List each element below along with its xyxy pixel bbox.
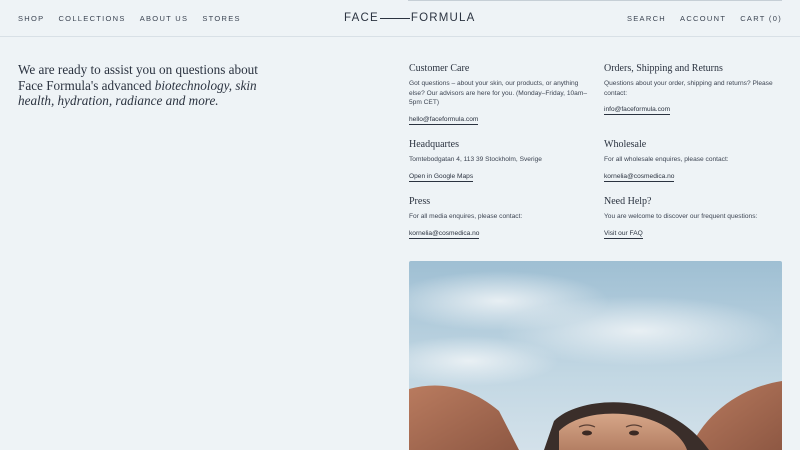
header-top-divider [408,0,782,1]
contact-text: Questions about your order, shipping and… [604,80,773,97]
intro-heading: We are ready to assist you on questions … [18,62,268,109]
logo-word-face: FACE [344,12,379,24]
contact-link-customer-care[interactable]: hello@faceformula.com [409,116,479,125]
nav-collections[interactable]: COLLECTIONS [58,14,125,23]
main-nav: SHOP COLLECTIONS ABOUT US STORES [18,14,255,23]
contact-title: Press [409,196,431,207]
contact-wholesale: Wholesale For all wholesale enquires, pl… [604,139,784,183]
woman-portrait-image [409,261,782,450]
logo-word-formula: FORMULA [410,12,476,24]
contact-text: Got questions – about your skin, our pro… [409,80,587,107]
contact-need-help: Need Help? You are welcome to discover o… [604,196,784,240]
contact-link-google-maps[interactable]: Open in Google Maps [409,173,474,182]
contact-headquarters: Headquartes Tomtebodgatan 4, 113 39 Stoc… [409,139,589,183]
nav-stores[interactable]: STORES [202,14,241,23]
nav-account[interactable]: ACCOUNT [680,14,726,23]
site-logo[interactable]: FACE FORMULA [344,12,475,24]
contact-press: Press For all media enquires, please con… [409,196,589,240]
contact-title: Headquartes [409,139,459,150]
contact-text: Tomtebodgatan 4, 113 39 Stockholm, Sveri… [409,156,542,163]
logo-divider-line [379,17,410,19]
contact-link-press[interactable]: kornelia@cosmedica.no [409,230,480,239]
contact-title: Wholesale [604,139,647,150]
nav-shop[interactable]: SHOP [18,14,44,23]
nav-about-us[interactable]: ABOUT US [140,14,189,23]
contact-text: You are welcome to discover our frequent… [604,213,758,220]
contact-title: Customer Care [409,63,470,74]
contact-link-faq[interactable]: Visit our FAQ [604,230,643,239]
contact-link-orders[interactable]: info@faceformula.com [604,106,671,116]
contact-text: For all wholesale enquires, please conta… [604,156,729,163]
contact-title: Need Help? [604,196,652,207]
hero-photo [409,261,782,450]
utility-nav: SEARCH ACCOUNT CART (0) [613,14,782,23]
contact-customer-care: Customer Care Got questions – about your… [409,63,589,126]
nav-cart[interactable]: CART (0) [740,14,782,23]
contact-link-wholesale[interactable]: kornelia@cosmedica.no [604,173,675,182]
nav-search[interactable]: SEARCH [627,14,666,23]
contact-orders: Orders, Shipping and Returns Questions a… [604,63,784,116]
site-header: SHOP COLLECTIONS ABOUT US STORES FACE FO… [0,0,800,37]
contact-text: For all media enquires, please contact: [409,213,523,220]
contact-title: Orders, Shipping and Returns [604,63,723,74]
